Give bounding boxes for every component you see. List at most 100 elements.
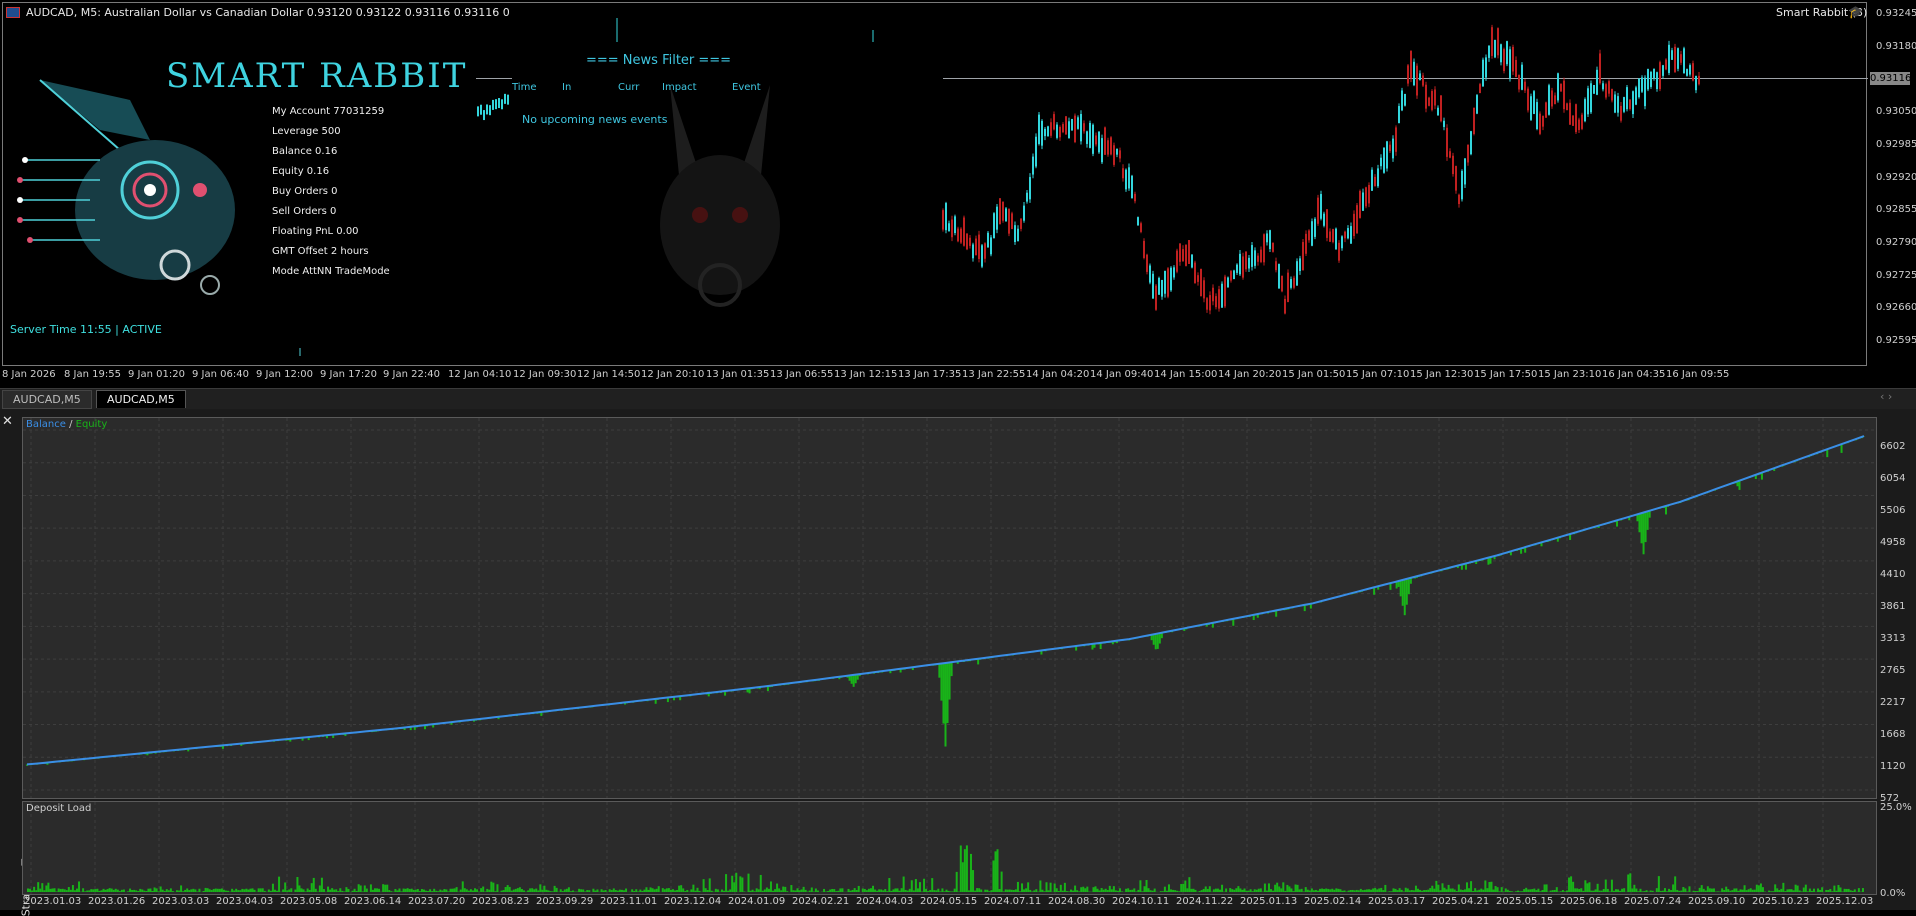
deposit-bar — [727, 891, 729, 892]
deposit-bar — [345, 887, 347, 892]
candle-body — [492, 100, 494, 110]
deposit-bar — [1370, 890, 1372, 892]
deposit-bar — [1117, 891, 1119, 892]
deposit-load-plot — [23, 802, 1876, 894]
deposit-bar — [901, 888, 903, 892]
deposit-bar — [1629, 873, 1631, 892]
deposit-bar — [611, 890, 613, 892]
deposit-bar — [876, 891, 878, 892]
deposit-bar — [121, 890, 123, 892]
candle-body — [1128, 167, 1130, 188]
deposit-bar — [1646, 890, 1648, 892]
balance-equity-plot — [23, 418, 1876, 798]
deposit-bar — [423, 890, 425, 892]
candle-body — [1320, 194, 1322, 219]
deposit-bar — [884, 889, 886, 892]
deposit-bar — [1639, 889, 1641, 892]
deposit-bar — [1488, 882, 1490, 892]
candle-body — [1143, 241, 1145, 258]
deposit-bar — [521, 889, 523, 892]
balance-y-tick: 6054 — [1880, 473, 1905, 484]
deposit-bar — [296, 877, 298, 892]
deposit-bar — [70, 890, 72, 892]
deposit-bar — [1101, 888, 1103, 892]
news-column-header: Curr — [618, 82, 639, 93]
deposit-bar — [554, 886, 556, 892]
deposit-bar — [1468, 888, 1470, 892]
tester-x-tick: 2024.10.11 — [1112, 896, 1169, 907]
candle-body — [1371, 170, 1373, 191]
candle-body — [1173, 267, 1175, 277]
candle-body — [501, 99, 503, 109]
deposit-bar — [486, 889, 488, 892]
deposit-bar — [1411, 890, 1413, 892]
deposit-bar — [831, 889, 833, 892]
deposit-bar — [662, 888, 664, 892]
deposit-bar — [1613, 891, 1615, 892]
deposit-bar — [333, 890, 335, 892]
deposit-bar — [396, 890, 398, 892]
logo-title: SMART RABBIT — [166, 56, 467, 96]
candle-body — [981, 245, 983, 266]
deposit-bar — [1111, 889, 1113, 892]
deposit-bar — [290, 888, 292, 892]
tab-audcad-m5-1[interactable]: AUDCAD,M5 — [2, 390, 92, 409]
candle-body — [483, 110, 485, 120]
deposit-bar — [654, 889, 656, 892]
deposit-bar — [1205, 886, 1207, 892]
candle-body — [1614, 94, 1616, 112]
deposit-bar — [1684, 888, 1686, 892]
close-icon[interactable]: ✕ — [2, 414, 13, 429]
deposit-bar — [1084, 888, 1086, 892]
deposit-bar — [858, 886, 860, 892]
deposit-bar — [356, 891, 358, 892]
deposit-bar — [1846, 889, 1848, 892]
deposit-bar — [276, 891, 278, 892]
deposit-bar — [1652, 891, 1654, 892]
candle-body — [1011, 213, 1013, 229]
candle-body — [1476, 95, 1478, 114]
candle-body — [1287, 273, 1289, 302]
deposit-bar — [658, 886, 660, 892]
deposit-bar — [1160, 891, 1162, 892]
candle-body — [1518, 75, 1520, 89]
deposit-bar — [37, 882, 39, 892]
deposit-bar — [1292, 891, 1294, 892]
deposit-bar — [107, 889, 109, 892]
deposit-bar — [1462, 890, 1464, 892]
candle-body — [1125, 170, 1127, 190]
deposit-bar — [1354, 890, 1356, 892]
deposit-bar — [837, 891, 839, 892]
deposit-bar — [1050, 883, 1052, 892]
deposit-bar — [1441, 883, 1443, 892]
candle-body — [1629, 100, 1631, 109]
deposit-bar — [513, 890, 515, 892]
deposit-bar — [1805, 885, 1807, 892]
deposit-bar — [711, 891, 713, 892]
deposit-bar — [1127, 888, 1129, 892]
candle-body — [1479, 84, 1481, 93]
tester-x-tick: 2023.01.26 — [88, 896, 145, 907]
deposit-bar — [547, 890, 549, 892]
deposit-bar — [211, 890, 213, 892]
tab-scroll-arrows-icon[interactable]: ‹ › — [1880, 390, 1892, 403]
candle-body — [1539, 114, 1541, 134]
deposit-bar — [623, 890, 625, 892]
candle-body — [1023, 206, 1025, 221]
candle-body — [1203, 280, 1205, 298]
deposit-bar — [1756, 885, 1758, 892]
time-tick-label: 13 Jan 06:55 — [770, 369, 833, 380]
deposit-bar — [974, 891, 976, 892]
deposit-bar — [1566, 890, 1568, 892]
deposit-bar — [954, 889, 956, 892]
candle-body — [1578, 120, 1580, 131]
tab-audcad-m5-2[interactable]: AUDCAD,M5 — [96, 390, 186, 408]
candle-body — [1290, 279, 1292, 288]
deposit-bar — [1770, 891, 1772, 892]
deposit-bar — [33, 887, 35, 892]
deposit-bar — [1317, 891, 1319, 892]
deposit-bar — [1366, 889, 1368, 892]
candle-body — [1323, 214, 1325, 226]
deposit-bar — [1017, 882, 1019, 892]
candle-body — [984, 243, 986, 258]
